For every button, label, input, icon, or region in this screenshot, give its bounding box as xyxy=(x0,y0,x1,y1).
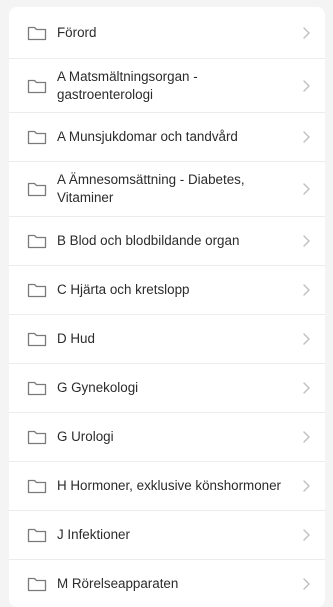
chevron-right-icon xyxy=(301,479,311,493)
chevron-right-icon xyxy=(301,182,311,196)
list-item-munsjukdomar[interactable]: A Munsjukdomar och tandvård xyxy=(9,113,325,162)
chevron-right-icon xyxy=(301,332,311,346)
list-item-label: C Hjärta och kretslopp xyxy=(57,282,190,297)
list-item-label: J Infektioner xyxy=(57,527,130,542)
chevron-right-icon xyxy=(301,528,311,542)
list-item-forord[interactable]: Förord xyxy=(9,7,325,59)
list-item-blod[interactable]: B Blod och blodbildande organ xyxy=(9,217,325,266)
list-item-amnesomsattning[interactable]: A Ämnesomsättning - Diabetes, Vitaminer xyxy=(9,162,325,217)
chevron-right-icon xyxy=(301,130,311,144)
chevron-right-icon xyxy=(301,283,311,297)
folder-icon xyxy=(27,25,47,41)
folder-icon xyxy=(27,181,47,197)
chevron-right-icon xyxy=(301,26,311,40)
folder-icon xyxy=(27,380,47,396)
list-item-label: G Urologi xyxy=(57,429,114,444)
folder-icon xyxy=(27,78,47,94)
list-item-label: D Hud xyxy=(57,331,95,346)
list-item-label: G Gynekologi xyxy=(57,380,139,395)
folder-icon xyxy=(27,429,47,445)
chevron-right-icon xyxy=(301,381,311,395)
list-item-label: A Munsjukdomar och tandvård xyxy=(57,129,238,144)
list-item-hjarta[interactable]: C Hjärta och kretslopp xyxy=(9,266,325,315)
list-item-rorelseapparaten[interactable]: M Rörelseapparaten xyxy=(9,560,325,607)
list-item-label: B Blod och blodbildande organ xyxy=(57,233,240,248)
folder-icon xyxy=(27,233,47,249)
list-item-urologi[interactable]: G Urologi xyxy=(9,413,325,462)
list-item-label: M Rörelseapparaten xyxy=(57,576,179,591)
category-list-card: Förord A Matsmältningsorgan - gastroente… xyxy=(9,7,325,607)
list-item-matsmaltningsorgan[interactable]: A Matsmältningsorgan - gastroenterologi xyxy=(9,59,325,113)
chevron-right-icon xyxy=(301,234,311,248)
folder-icon xyxy=(27,576,47,592)
list-item-infektioner[interactable]: J Infektioner xyxy=(9,511,325,560)
list-item-label: Förord xyxy=(57,24,97,40)
list-item-label: A Ämnesomsättning - Diabetes, Vitaminer xyxy=(57,172,245,205)
folder-icon xyxy=(27,331,47,347)
chevron-right-icon xyxy=(301,430,311,444)
folder-icon xyxy=(27,527,47,543)
chevron-right-icon xyxy=(301,577,311,591)
folder-icon xyxy=(27,129,47,145)
list-item-label: H Hormoner, exklusive könshormoner xyxy=(57,478,282,493)
list-item-hormoner[interactable]: H Hormoner, exklusive könshormoner xyxy=(9,462,325,511)
list-item-hud[interactable]: D Hud xyxy=(9,315,325,364)
list-item-label: A Matsmältningsorgan - gastroenterologi xyxy=(57,68,198,102)
folder-icon xyxy=(27,478,47,494)
folder-icon xyxy=(27,282,47,298)
chevron-right-icon xyxy=(301,79,311,93)
category-list: Förord A Matsmältningsorgan - gastroente… xyxy=(9,7,325,607)
list-item-gynekologi[interactable]: G Gynekologi xyxy=(9,364,325,413)
